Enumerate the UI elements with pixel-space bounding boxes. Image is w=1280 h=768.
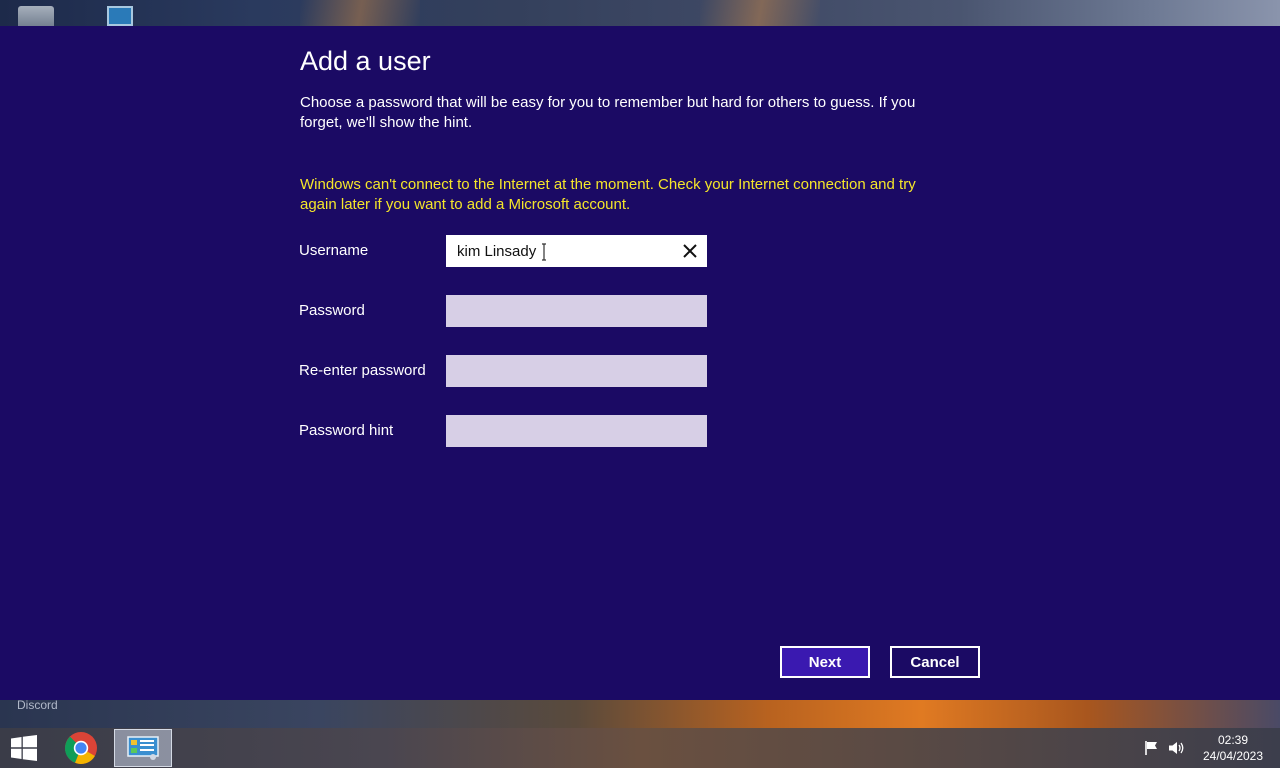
text-cursor-icon: [542, 243, 546, 261]
control-panel-taskbar-button[interactable]: [114, 729, 172, 767]
reenter-password-field[interactable]: [446, 355, 707, 387]
reenter-password-row: Re-enter password: [299, 355, 719, 387]
username-row: Username: [299, 235, 719, 267]
desktop-wallpaper-bottom: [0, 700, 1280, 728]
action-center-flag-icon: [1145, 741, 1157, 755]
control-panel-icon: [127, 736, 159, 760]
volume-icon: [1169, 742, 1184, 754]
password-row: Password: [299, 295, 719, 327]
close-icon: [683, 244, 697, 258]
clock-date: 24/04/2023: [1202, 749, 1264, 763]
taskbar-clock[interactable]: 02:39 24/04/2023: [1196, 732, 1270, 764]
password-hint-label: Password hint: [299, 422, 394, 439]
wallpaper-light-streak: [300, 0, 420, 26]
this-pc-icon[interactable]: [107, 6, 133, 26]
internet-warning-message: Windows can't connect to the Internet at…: [300, 176, 916, 213]
taskbar: 02:39 24/04/2023: [0, 728, 1280, 768]
cancel-button[interactable]: Cancel: [890, 646, 980, 678]
reenter-password-label: Re-enter password: [299, 362, 426, 379]
username-label: Username: [299, 242, 369, 259]
volume-button[interactable]: [1168, 740, 1186, 761]
password-hint-field[interactable]: [446, 415, 707, 447]
chrome-taskbar-button[interactable]: [58, 728, 104, 768]
clear-username-button[interactable]: [678, 239, 702, 263]
chrome-icon: [65, 732, 97, 764]
password-field[interactable]: [446, 295, 707, 327]
action-center-button[interactable]: [1144, 740, 1160, 761]
clock-time: 02:39: [1217, 733, 1249, 747]
dialog-description: Choose a password that will be easy for …: [300, 94, 916, 131]
add-user-dialog: Add a user Choose a password that will b…: [0, 26, 1280, 700]
next-button[interactable]: Next: [780, 646, 870, 678]
password-label: Password: [299, 302, 365, 319]
username-field[interactable]: [446, 235, 707, 267]
desktop-wallpaper-top: [0, 0, 1280, 26]
page-title: Add a user: [300, 46, 431, 76]
wallpaper-light-streak: [700, 0, 820, 26]
recycle-bin-icon[interactable]: [18, 6, 54, 26]
password-hint-row: Password hint: [299, 415, 719, 447]
start-button[interactable]: [0, 728, 48, 768]
discord-desktop-label[interactable]: Discord: [17, 698, 58, 712]
windows-start-icon: [11, 735, 37, 761]
